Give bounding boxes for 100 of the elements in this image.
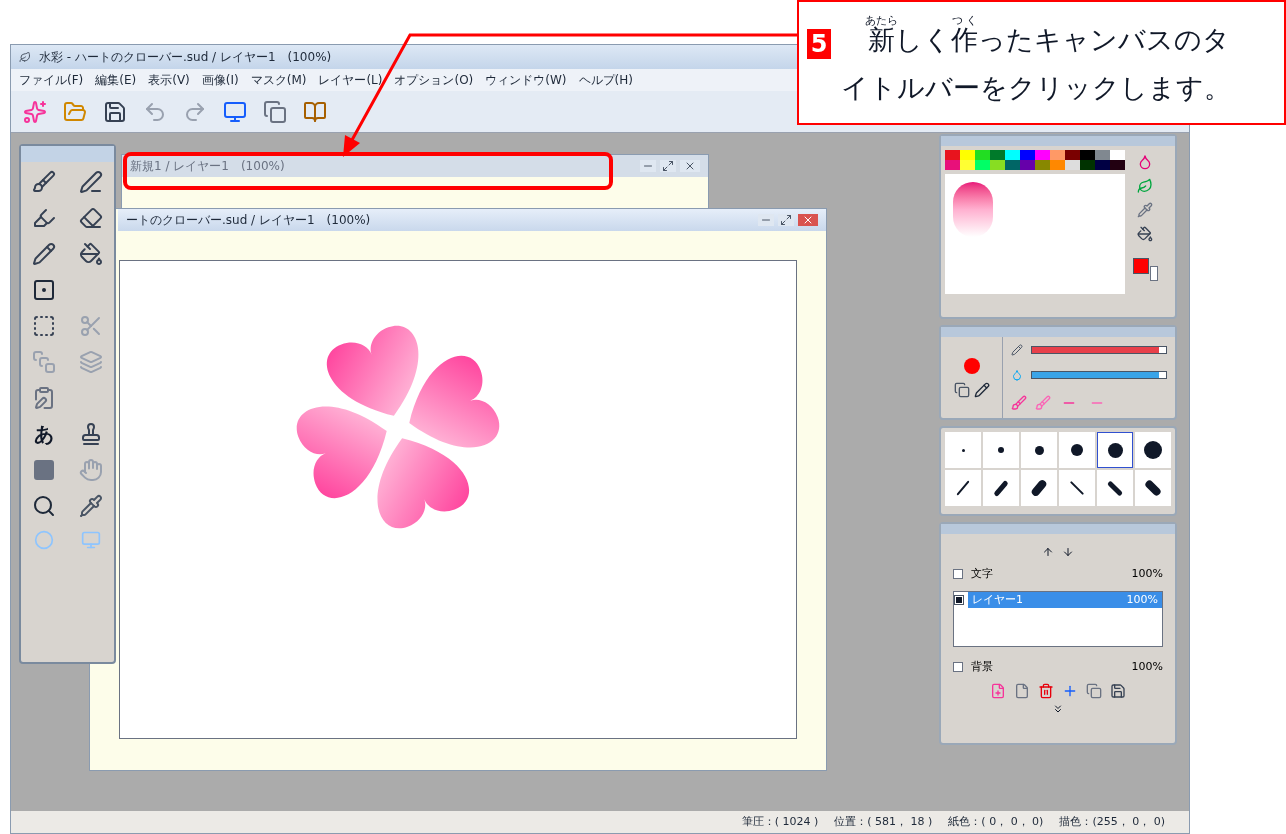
color-swatch[interactable]	[990, 150, 1005, 160]
step-number: 5	[807, 29, 831, 59]
color-swatch[interactable]	[1050, 150, 1065, 160]
leaf-tool-icon[interactable]	[1137, 178, 1153, 194]
copy-icon[interactable]	[32, 350, 57, 374]
move-down-icon[interactable]	[1062, 546, 1074, 558]
menu-item[interactable]: 表示(V)	[148, 71, 190, 89]
window-icon[interactable]	[223, 99, 247, 124]
visibility-checkbox[interactable]	[953, 569, 963, 580]
sparkle-icon[interactable]	[23, 99, 47, 124]
move-up-icon[interactable]	[1042, 546, 1054, 558]
maximize-icon[interactable]	[660, 160, 676, 172]
layer-name[interactable]: 背景	[971, 658, 1124, 675]
book-icon[interactable]	[303, 99, 327, 124]
marker-icon[interactable]	[32, 206, 57, 230]
pencil-icon[interactable]	[32, 242, 57, 266]
layer-opacity: 100%	[1131, 566, 1163, 582]
color-swatch[interactable]	[1035, 150, 1050, 160]
slider-track[interactable]	[1031, 371, 1167, 380]
color-swatch[interactable]	[960, 150, 975, 160]
color-mixer-area[interactable]	[945, 174, 1125, 294]
color-swatch[interactable]	[1080, 150, 1095, 160]
color-swatch[interactable]	[975, 160, 990, 170]
background-color-swatch[interactable]	[1150, 266, 1158, 281]
color-swatch[interactable]	[1020, 160, 1035, 170]
frame-icon[interactable]	[32, 278, 57, 302]
soft-brush-icon[interactable]	[1035, 395, 1051, 412]
canvas-title-bar[interactable]: 新規1 / レイヤー1 (100%)	[122, 155, 708, 177]
brush-preset[interactable]	[1097, 432, 1133, 468]
status-text: 紙色：( 0， 0， 0)	[948, 813, 1044, 830]
zoom-icon[interactable]	[32, 494, 57, 518]
canvas-title-bar[interactable]: ートのクローバー.sud / レイヤー1 (100%)	[118, 209, 826, 231]
menu-item[interactable]: レイヤー(L)	[318, 71, 383, 89]
pen-tip-icon[interactable]	[1011, 343, 1023, 356]
pen-icon[interactable]	[78, 170, 103, 194]
brush-icon[interactable]	[32, 170, 57, 194]
layer-name[interactable]: 文字	[971, 566, 1124, 583]
color-swatch[interactable]	[1080, 160, 1095, 170]
status-text: 位置：( 581， 18 )	[834, 813, 933, 830]
color-swatch[interactable]	[1110, 160, 1125, 170]
layer-name: レイヤー1	[972, 591, 1023, 608]
color-swatch[interactable]	[1005, 150, 1020, 160]
selection-icon[interactable]	[32, 314, 57, 338]
paint-blob-drawing	[953, 182, 993, 237]
close-icon[interactable]	[798, 214, 818, 226]
color-swatch[interactable]	[1005, 160, 1020, 170]
menu-item[interactable]: ヘルプ(H)	[578, 71, 633, 89]
color-swatch[interactable]	[960, 160, 975, 170]
color-swatch[interactable]	[1095, 150, 1110, 160]
color-swatch[interactable]	[1050, 160, 1065, 170]
canvas-window-title: 新規1 / レイヤー1 (100%)	[130, 158, 285, 175]
drawing-canvas[interactable]	[119, 260, 797, 739]
color-swatch[interactable]	[975, 150, 990, 160]
canvas-window-title: ートのクローバー.sud / レイヤー1 (100%)	[126, 212, 371, 229]
dropper-icon[interactable]	[1137, 154, 1153, 170]
save-icon[interactable]	[103, 99, 127, 124]
close-icon[interactable]	[680, 160, 700, 172]
color-swatch[interactable]	[1065, 160, 1080, 170]
color-swatch[interactable]	[945, 160, 960, 170]
text-tool[interactable]: あ	[34, 422, 55, 446]
color-swatch[interactable]	[1065, 150, 1080, 160]
bucket-icon[interactable]	[78, 242, 103, 266]
pipette-icon[interactable]	[78, 494, 103, 518]
add-layer-icon[interactable]	[990, 683, 1006, 699]
small-bucket-icon[interactable]	[1137, 226, 1153, 242]
page-icon[interactable]	[1014, 683, 1030, 699]
pages-icon[interactable]	[263, 99, 287, 124]
water-drop-icon[interactable]	[1011, 369, 1023, 382]
visibility-checkbox[interactable]	[954, 594, 964, 605]
color-swatch[interactable]	[1020, 150, 1035, 160]
color-swatch[interactable]	[945, 150, 960, 160]
menu-item[interactable]: ウィンドウ(W)	[485, 71, 567, 89]
visibility-checkbox[interactable]	[953, 661, 963, 672]
duplicate-icon[interactable]	[1086, 683, 1102, 699]
filled-square-icon[interactable]	[32, 458, 57, 482]
menu-item[interactable]: ファイル(F)	[19, 71, 84, 89]
small-pipette-icon[interactable]	[1137, 202, 1153, 218]
menu-item[interactable]: オプション(O)	[394, 71, 474, 89]
layers-icon[interactable]	[78, 350, 103, 374]
window-title: 水彩 - ハートのクローバー.sud / レイヤー1 (100%)	[39, 49, 332, 66]
color-swatch[interactable]	[1035, 160, 1050, 170]
menu-item[interactable]: 画像(I)	[201, 71, 239, 89]
menu-item[interactable]: 編集(E)	[95, 71, 137, 89]
status-text: 描色：(255， 0， 0)	[1059, 813, 1165, 830]
foreground-color-swatch[interactable]	[1133, 258, 1149, 274]
hand-icon[interactable]	[78, 458, 103, 482]
scissors-icon[interactable]	[78, 314, 103, 338]
menu-item[interactable]: マスク(M)	[250, 71, 307, 89]
color-swatch[interactable]	[990, 160, 1005, 170]
color-swatch[interactable]	[1110, 150, 1125, 160]
color-swatch[interactable]	[1095, 160, 1110, 170]
layer-opacity: 100%	[1131, 658, 1163, 675]
eraser-icon[interactable]	[78, 206, 103, 230]
folder-icon[interactable]	[63, 99, 87, 124]
maximize-icon[interactable]	[778, 214, 794, 226]
brush-stroke-icon[interactable]	[1011, 395, 1027, 412]
slider-track[interactable]	[1031, 345, 1167, 354]
leaf-icon	[19, 51, 31, 63]
status-text: 筆圧：( 1024 )	[741, 813, 819, 830]
expand-icon[interactable]	[1052, 703, 1064, 715]
